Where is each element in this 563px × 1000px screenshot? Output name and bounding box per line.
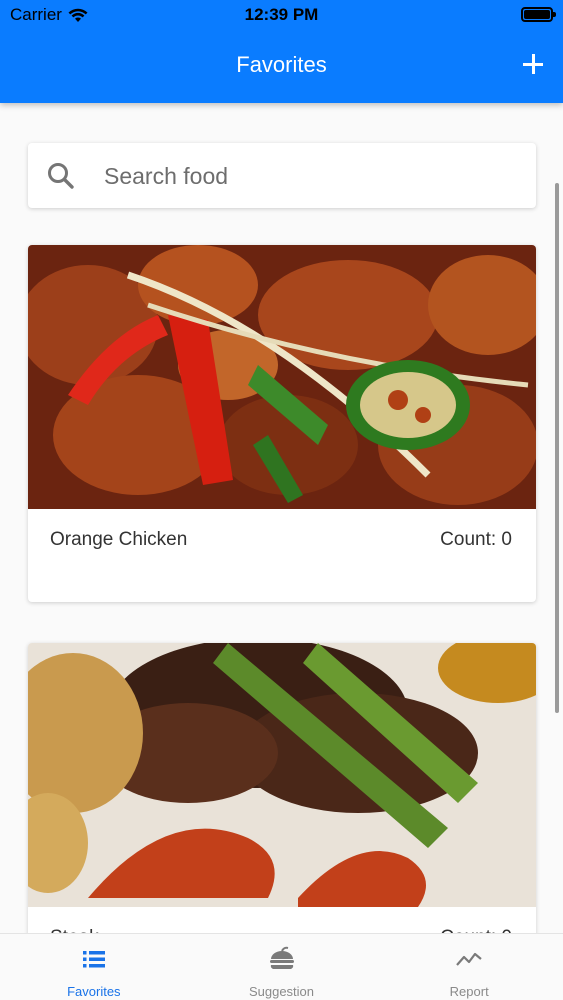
- nav-favorites[interactable]: Favorites: [0, 934, 188, 1000]
- food-image: [28, 643, 536, 907]
- list-icon: [82, 951, 105, 968]
- nav-label: Favorites: [67, 984, 121, 999]
- status-time: 12:39 PM: [244, 5, 319, 24]
- nav-suggestion[interactable]: Suggestion: [188, 934, 376, 1000]
- app-bar: Carrier 12:39 PM Favorites: [0, 0, 563, 103]
- search-input[interactable]: [104, 159, 504, 193]
- nav-label: Suggestion: [248, 984, 315, 999]
- scrollbar[interactable]: [555, 183, 559, 713]
- food-icon: [269, 946, 294, 970]
- food-card[interactable]: Orange Chicken Count: 0: [28, 245, 536, 602]
- page-title: Favorites: [236, 52, 327, 77]
- search-icon: [48, 163, 74, 189]
- nav-report[interactable]: Report: [375, 934, 563, 1000]
- food-count: Count: 0: [440, 529, 512, 550]
- food-image: [28, 245, 536, 509]
- search-bar[interactable]: [28, 143, 536, 208]
- add-button[interactable]: [521, 52, 545, 76]
- food-name: Orange Chicken: [50, 529, 188, 550]
- bottom-navigation: Favorites Suggestion Report: [0, 933, 563, 1000]
- status-bar: Carrier 12:39 PM: [0, 0, 563, 30]
- battery-icon: [521, 7, 556, 22]
- nav-label: Report: [449, 984, 489, 999]
- chart-line-icon: [456, 952, 482, 966]
